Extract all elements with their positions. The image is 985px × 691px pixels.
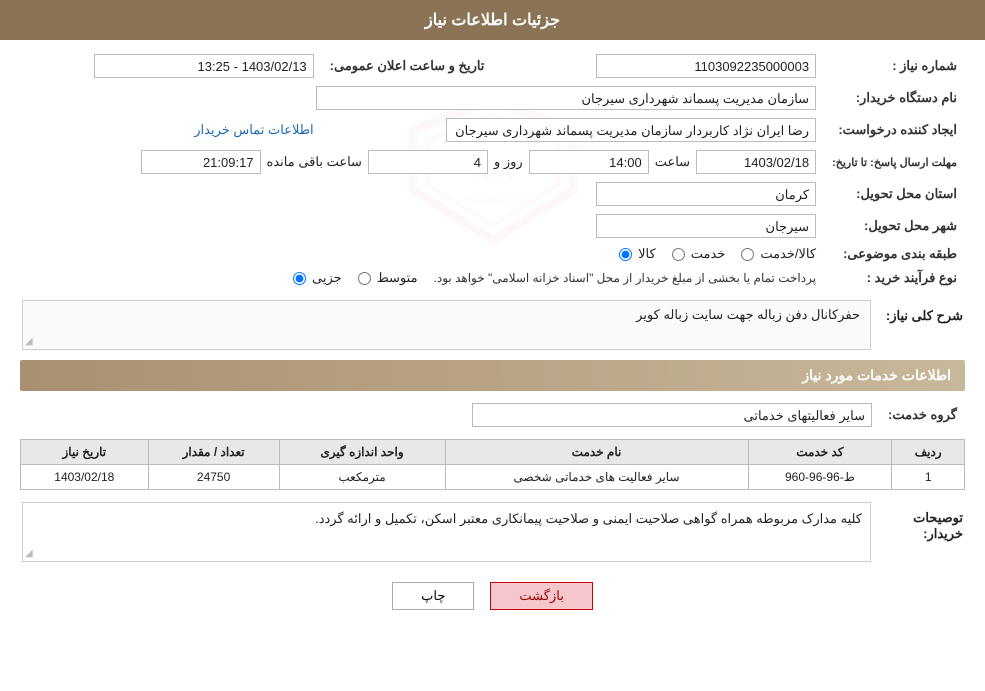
radio-jozi-text: جزیی <box>312 270 342 286</box>
category-row: طبقه بندی موضوعی: کالا/خدمت خدمت <box>20 242 965 266</box>
remaining-input: 21:09:17 <box>141 150 261 174</box>
content-area: ATA Tender.net شماره نیاز : 110309223500… <box>0 40 985 634</box>
radio-mottaset[interactable] <box>358 272 371 285</box>
table-cell-row_num: 1 <box>892 465 965 490</box>
page-container: جزئیات اطلاعات نیاز ATA Tender.net شماره… <box>0 0 985 691</box>
process-row: نوع فرآیند خرید : پرداخت تمام یا بخشی از… <box>20 266 965 290</box>
announce-value: 1403/02/13 - 13:25 <box>20 50 322 82</box>
need-number-label: شماره نیاز : <box>824 50 965 82</box>
col-date: تاریخ نیاز <box>21 440 149 465</box>
button-row: بازگشت چاپ <box>20 572 965 624</box>
page-title: جزئیات اطلاعات نیاز <box>425 12 560 29</box>
radio-kala[interactable] <box>619 248 632 261</box>
col-row-num: ردیف <box>892 440 965 465</box>
radio-kala-label[interactable]: کالا <box>615 246 656 262</box>
radio-jozi-label[interactable]: جزیی <box>289 270 342 286</box>
org-value: سازمان مدیریت پسماند شهرداری سیرجان <box>20 82 824 114</box>
buyer-desc-box: کلیه مدارک مربوطه همراه گواهی صلاحیت ایم… <box>22 502 871 562</box>
announce-input: 1403/02/13 - 13:25 <box>94 54 314 78</box>
back-button[interactable]: بازگشت <box>490 582 592 610</box>
creator-contact-link[interactable]: اطلاعات تماس خریدار <box>194 122 313 137</box>
services-table-body: 1ط-96-96-960سایر فعالیت های خدماتی شخصیم… <box>21 465 965 490</box>
print-button[interactable]: چاپ <box>392 582 474 610</box>
need-desc-table: شرح کلی نیاز: حفرکانال دفن زباله جهت سای… <box>20 298 965 352</box>
watermark-area: ATA Tender.net شماره نیاز : 110309223500… <box>20 50 965 290</box>
creator-row: ایجاد کننده درخواست: رضا ایران نژاد کارب… <box>20 114 965 146</box>
creator-input: رضا ایران نژاد کاربردار سازمان مدیریت پس… <box>446 118 816 142</box>
process-radio-group: متوسط جزیی <box>289 270 418 286</box>
org-row: نام دستگاه خریدار: سازمان مدیریت پسماند … <box>20 82 965 114</box>
table-cell-unit: مترمکعب <box>279 465 445 490</box>
resize-handle-icon: ◢ <box>25 336 33 347</box>
city-row: شهر محل تحویل: سیرجان <box>20 210 965 242</box>
need-number-row: شماره نیاز : 1103092235000003 تاریخ و سا… <box>20 50 965 82</box>
col-service-code: کد خدمت <box>748 440 892 465</box>
date-row: مهلت ارسال پاسخ: تا تاریخ: 1403/02/18 سا… <box>20 146 965 178</box>
date-input: 1403/02/18 <box>696 150 816 174</box>
date-row-flex: 1403/02/18 ساعت 14:00 روز و 4 ساعت باقی … <box>28 150 816 174</box>
days-label: روز و <box>494 154 523 170</box>
date-label: مهلت ارسال پاسخ: تا تاریخ: <box>824 146 965 178</box>
need-number-value: 1103092235000003 <box>522 50 824 82</box>
table-row: 1ط-96-96-960سایر فعالیت های خدماتی شخصیم… <box>21 465 965 490</box>
need-desc-value: حفرکانال دفن زباله جهت سایت زباله کویر <box>636 307 860 322</box>
announce-label: تاریخ و ساعت اعلان عمومی: <box>322 50 493 82</box>
need-desc-box: حفرکانال دفن زباله جهت سایت زباله کویر ◢ <box>22 300 871 350</box>
service-group-input: سایر فعالیتهای خدماتی <box>472 403 872 427</box>
buyer-resize-handle-icon: ◢ <box>25 548 33 559</box>
radio-mottaset-label[interactable]: متوسط <box>354 270 418 286</box>
radio-kala-khedmat[interactable] <box>741 248 754 261</box>
buyer-desc-label: توصیحات خریدار: <box>873 502 963 570</box>
radio-khedmat[interactable] <box>672 248 685 261</box>
radio-mottaset-text: متوسط <box>377 270 418 286</box>
city-input: سیرجان <box>596 214 816 238</box>
col-quantity: تعداد / مقدار <box>148 440 279 465</box>
process-note: پرداخت تمام یا بخشی از مبلغ خریدار از مح… <box>434 271 817 285</box>
remaining-label: ساعت باقی مانده <box>267 154 362 170</box>
category-label: طبقه بندی موضوعی: <box>824 242 965 266</box>
page-header: جزئیات اطلاعات نیاز <box>0 0 985 40</box>
services-section-title: اطلاعات خدمات مورد نیاز <box>20 360 965 391</box>
time-input: 14:00 <box>529 150 649 174</box>
table-cell-service_name: سایر فعالیت های خدماتی شخصی <box>445 465 748 490</box>
table-cell-date: 1403/02/18 <box>21 465 149 490</box>
main-info-table: شماره نیاز : 1103092235000003 تاریخ و سا… <box>20 50 965 290</box>
service-group-table: گروه خدمت: سایر فعالیتهای خدماتی <box>20 399 965 431</box>
radio-kala-khedmat-label[interactable]: کالا/خدمت <box>737 246 816 262</box>
org-input: سازمان مدیریت پسماند شهرداری سیرجان <box>316 86 816 110</box>
table-cell-quantity: 24750 <box>148 465 279 490</box>
process-row-flex: پرداخت تمام یا بخشی از مبلغ خریدار از مح… <box>28 270 816 286</box>
need-number-input: 1103092235000003 <box>596 54 816 78</box>
process-label: نوع فرآیند خرید : <box>824 266 965 290</box>
radio-kala-khedmat-text: کالا/خدمت <box>760 246 816 262</box>
need-desc-label: شرح کلی نیاز: <box>873 300 963 350</box>
col-service-name: نام خدمت <box>445 440 748 465</box>
city-label: شهر محل تحویل: <box>824 210 965 242</box>
service-group-label: گروه خدمت: <box>880 399 965 431</box>
buyer-desc-value: کلیه مدارک مربوطه همراه گواهی صلاحیت ایم… <box>315 511 862 526</box>
province-input: کرمان <box>596 182 816 206</box>
radio-jozi[interactable] <box>293 272 306 285</box>
table-cell-service_code: ط-96-96-960 <box>748 465 892 490</box>
radio-kala-text: کالا <box>638 246 656 262</box>
services-table: ردیف کد خدمت نام خدمت واحد اندازه گیری ت… <box>20 439 965 490</box>
col-unit: واحد اندازه گیری <box>279 440 445 465</box>
province-label: استان محل تحویل: <box>824 178 965 210</box>
category-radio-group: کالا/خدمت خدمت کالا <box>28 246 816 262</box>
radio-khedmat-label[interactable]: خدمت <box>668 246 726 262</box>
org-label: نام دستگاه خریدار: <box>824 82 965 114</box>
province-row: استان محل تحویل: کرمان <box>20 178 965 210</box>
radio-khedmat-text: خدمت <box>691 246 726 262</box>
creator-label: ایجاد کننده درخواست: <box>824 114 965 146</box>
buyer-desc-table: توصیحات خریدار: کلیه مدارک مربوطه همراه … <box>20 500 965 572</box>
days-input: 4 <box>368 150 488 174</box>
time-label: ساعت <box>655 154 690 170</box>
